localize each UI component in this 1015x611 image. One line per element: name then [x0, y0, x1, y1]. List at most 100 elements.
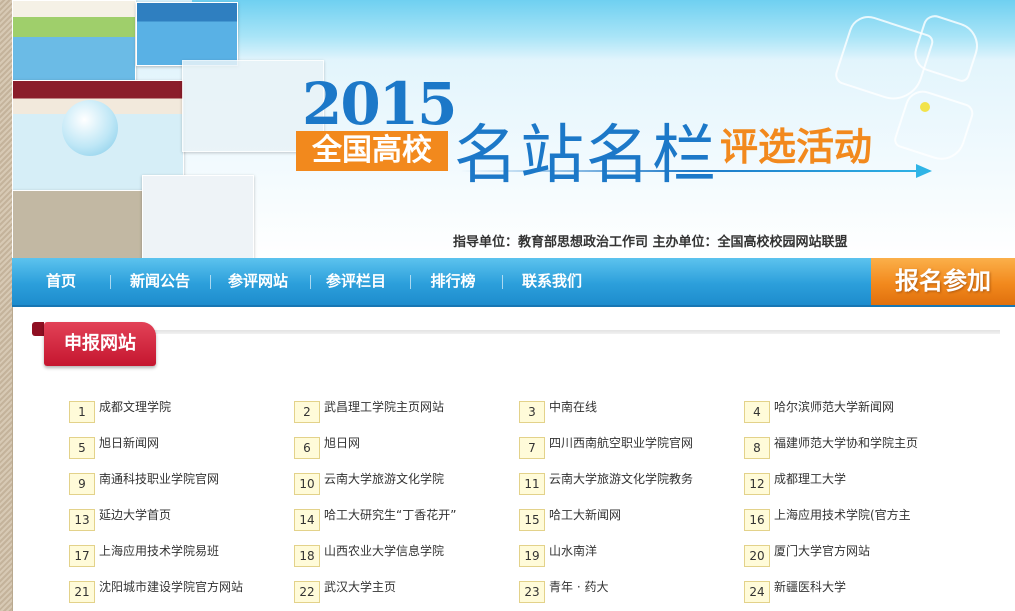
- list-item-number: 14: [294, 509, 320, 531]
- list-item[interactable]: 3 中南在线: [519, 397, 734, 423]
- list-item-number: 11: [519, 473, 545, 495]
- list-item-link[interactable]: 成都文理学院: [99, 397, 171, 417]
- list-item-link[interactable]: 武昌理工学院主页网站: [324, 397, 444, 417]
- list-item-number: 19: [519, 545, 545, 567]
- list-item-number: 2: [294, 401, 320, 423]
- list-item-number: 9: [69, 473, 95, 495]
- list-item-number: 6: [294, 437, 320, 459]
- list-item-link[interactable]: 山西农业大学信息学院: [324, 541, 444, 561]
- list-item-link[interactable]: 上海应用技术学院易班: [99, 541, 219, 561]
- list-item[interactable]: 6 旭日网: [294, 433, 509, 459]
- list-item-number: 20: [744, 545, 770, 567]
- list-item-link[interactable]: 云南大学旅游文化学院教务: [549, 469, 693, 489]
- nav-item-ranking[interactable]: 排行榜: [410, 258, 496, 305]
- list-item[interactable]: 10 云南大学旅游文化学院: [294, 469, 509, 495]
- signup-button[interactable]: 报名参加: [871, 258, 1015, 305]
- list-item-link[interactable]: 山水南洋: [549, 541, 597, 561]
- list-item-number: 18: [294, 545, 320, 567]
- collage-screenshot: [12, 0, 136, 82]
- list-item-link[interactable]: 旭日新闻网: [99, 433, 159, 453]
- banner-title: 名站名栏: [454, 119, 718, 193]
- list-item-link[interactable]: 延边大学首页: [99, 505, 171, 525]
- nav-separator: [502, 275, 503, 289]
- banner-badge: 全国高校: [296, 131, 448, 171]
- list-item-link[interactable]: 厦门大学官方网站: [774, 541, 870, 561]
- section-title: 申报网站: [64, 333, 136, 354]
- list-item-number: 16: [744, 509, 770, 531]
- section-tab-fold: [32, 322, 44, 336]
- list-item-number: 5: [69, 437, 95, 459]
- list-item-number: 13: [69, 509, 95, 531]
- banner-collage-image: [12, 0, 324, 258]
- list-item-link[interactable]: 中南在线: [549, 397, 597, 417]
- nav-item-contact[interactable]: 联系我们: [504, 258, 600, 305]
- list-item-link[interactable]: 哈尔滨师范大学新闻网: [774, 397, 894, 417]
- list-item[interactable]: 13 延边大学首页: [69, 505, 284, 531]
- list-item-number: 22: [294, 581, 320, 603]
- crystal-decoration: [892, 86, 976, 166]
- list-item[interactable]: 12 成都理工大学: [744, 469, 959, 495]
- banner-year: 2015: [302, 70, 457, 138]
- list-item[interactable]: 19 山水南洋: [519, 541, 734, 567]
- list-item[interactable]: 11 云南大学旅游文化学院教务: [519, 469, 734, 495]
- list-item[interactable]: 4 哈尔滨师范大学新闻网: [744, 397, 959, 423]
- nav-item-sites[interactable]: 参评网站: [213, 258, 303, 305]
- nav-separator: [110, 275, 111, 289]
- list-item[interactable]: 24 新疆医科大学: [744, 577, 959, 603]
- list-item[interactable]: 17 上海应用技术学院易班: [69, 541, 284, 567]
- list-item[interactable]: 18 山西农业大学信息学院: [294, 541, 509, 567]
- nav-separator: [210, 275, 211, 289]
- list-item-number: 4: [744, 401, 770, 423]
- list-item[interactable]: 23 青年 · 药大: [519, 577, 734, 603]
- collage-screenshot: [136, 2, 238, 66]
- list-item-link[interactable]: 四川西南航空职业学院官网: [549, 433, 693, 453]
- banner-sponsor-line: 指导单位：教育部思想政治工作司 主办单位：全国高校校园网站联盟: [453, 235, 848, 250]
- list-item-number: 3: [519, 401, 545, 423]
- list-item-link[interactable]: 旭日网: [324, 433, 360, 453]
- nav-item-columns[interactable]: 参评栏目: [311, 258, 401, 305]
- collage-mascot: [62, 100, 118, 156]
- list-item-link[interactable]: 福建师范大学协和学院主页: [774, 433, 918, 453]
- list-item-link[interactable]: 武汉大学主页: [324, 577, 396, 597]
- list-item[interactable]: 14 哈工大研究生“丁香花开”: [294, 505, 509, 531]
- list-item[interactable]: 8 福建师范大学协和学院主页: [744, 433, 959, 459]
- list-item[interactable]: 16 上海应用技术学院(官方主: [744, 505, 959, 531]
- list-item[interactable]: 21 沈阳城市建设学院官方网站: [69, 577, 284, 603]
- section-divider: [150, 330, 1000, 334]
- collage-screenshot: [12, 190, 144, 258]
- banner-arrow-line: [460, 170, 930, 172]
- list-item-number: 1: [69, 401, 95, 423]
- list-item[interactable]: 15 哈工大新闻网: [519, 505, 734, 531]
- nav-item-news[interactable]: 新闻公告: [115, 258, 205, 305]
- list-item-link[interactable]: 云南大学旅游文化学院: [324, 469, 444, 489]
- arrow-right-icon: [916, 164, 932, 178]
- nav-item-home[interactable]: 首页: [20, 258, 102, 305]
- list-item-number: 15: [519, 509, 545, 531]
- list-item[interactable]: 2 武昌理工学院主页网站: [294, 397, 509, 423]
- list-item-link[interactable]: 南通科技职业学院官网: [99, 469, 219, 489]
- list-item-link[interactable]: 上海应用技术学院(官方主: [774, 505, 911, 525]
- list-item-link[interactable]: 成都理工大学: [774, 469, 846, 489]
- list-item[interactable]: 1 成都文理学院: [69, 397, 284, 423]
- list-item-number: 10: [294, 473, 320, 495]
- list-item-number: 21: [69, 581, 95, 603]
- list-item[interactable]: 20 厦门大学官方网站: [744, 541, 959, 567]
- list-item-link[interactable]: 新疆医科大学: [774, 577, 846, 597]
- list-item[interactable]: 7 四川西南航空职业学院官网: [519, 433, 734, 459]
- list-item-number: 12: [744, 473, 770, 495]
- list-item[interactable]: 22 武汉大学主页: [294, 577, 509, 603]
- list-item-number: 24: [744, 581, 770, 603]
- header-banner: 2015 全国高校 名站名栏 评选活动 指导单位：教育部思想政治工作司 主办单位…: [12, 0, 1015, 258]
- list-item-number: 7: [519, 437, 545, 459]
- list-item[interactable]: 5 旭日新闻网: [69, 433, 284, 459]
- list-item-number: 17: [69, 545, 95, 567]
- list-item-link[interactable]: 哈工大研究生“丁香花开”: [324, 505, 456, 525]
- list-item-number: 23: [519, 581, 545, 603]
- banner-subtitle: 评选活动: [720, 125, 873, 169]
- list-item-link[interactable]: 沈阳城市建设学院官方网站: [99, 577, 243, 597]
- collage-screenshot: [142, 175, 254, 258]
- list-item-link[interactable]: 哈工大新闻网: [549, 505, 621, 525]
- list-item-link[interactable]: 青年 · 药大: [549, 577, 608, 597]
- list-item[interactable]: 9 南通科技职业学院官网: [69, 469, 284, 495]
- yellow-dot-decoration: [920, 102, 930, 112]
